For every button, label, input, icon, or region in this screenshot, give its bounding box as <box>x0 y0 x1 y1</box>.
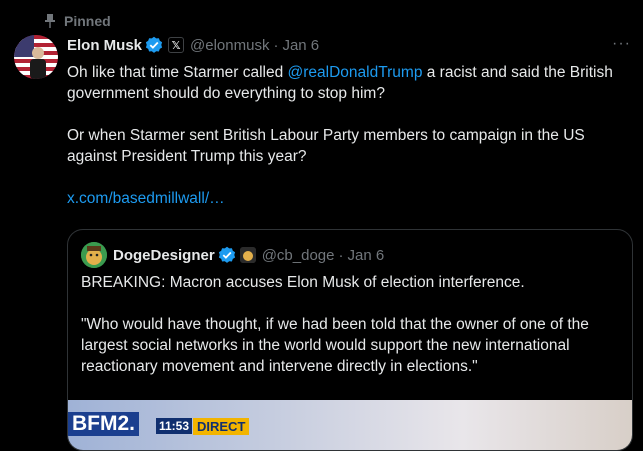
avatar[interactable] <box>14 35 58 79</box>
tweet-text-part: Oh like that time Starmer called <box>67 64 288 81</box>
author-name[interactable]: Elon Musk <box>67 37 142 54</box>
tweet-paragraph: Or when Starmer sent British Labour Part… <box>67 127 585 165</box>
separator: · <box>338 246 344 264</box>
quoted-paragraph: BREAKING: Macron accuses Elon Musk of el… <box>81 274 525 291</box>
pinned-indicator: Pinned <box>44 12 111 30</box>
tweet-text: Oh like that time Starmer called @realDo… <box>67 62 637 209</box>
quoted-tweet-text: BREAKING: Macron accuses Elon Musk of el… <box>81 272 621 377</box>
separator: · <box>273 36 279 54</box>
tweet-header: Elon Musk 𝕏 @elonmusk · Jan 6 <box>67 35 319 55</box>
external-link[interactable]: x.com/basedmillwall/… <box>67 190 225 207</box>
mention-link[interactable]: @realDonaldTrump <box>288 64 423 81</box>
quoted-paragraph: "Who would have thought, if we had been … <box>81 316 589 375</box>
quoted-tweet[interactable]: DogeDesigner @cb_doge · Jan 6 BREAKING: … <box>67 229 633 451</box>
quoted-author-handle[interactable]: @cb_doge <box>262 247 335 264</box>
quoted-media-image[interactable]: BFM2. 11:53 DIRECT <box>68 400 632 450</box>
quoted-author-name[interactable]: DogeDesigner <box>113 247 215 264</box>
quoted-date[interactable]: Jan 6 <box>347 247 384 264</box>
broadcast-time: 11:53 <box>156 418 193 434</box>
author-handle[interactable]: @elonmusk <box>190 37 269 54</box>
tweet-date[interactable]: Jan 6 <box>282 37 319 54</box>
live-badge: DIRECT <box>193 418 250 435</box>
pin-icon <box>45 14 55 28</box>
doge-badge-icon[interactable] <box>239 247 256 263</box>
x-affiliation-icon[interactable]: 𝕏 <box>168 37 185 53</box>
more-options-icon[interactable]: ··· <box>612 35 631 53</box>
bfm-logo: BFM2. <box>68 412 139 436</box>
verified-badge-icon[interactable] <box>145 36 163 54</box>
quoted-avatar[interactable] <box>81 242 107 268</box>
quoted-tweet-header: DogeDesigner @cb_doge · Jan 6 <box>81 242 384 268</box>
verified-badge-icon[interactable] <box>218 246 236 264</box>
pinned-label: Pinned <box>64 13 111 29</box>
